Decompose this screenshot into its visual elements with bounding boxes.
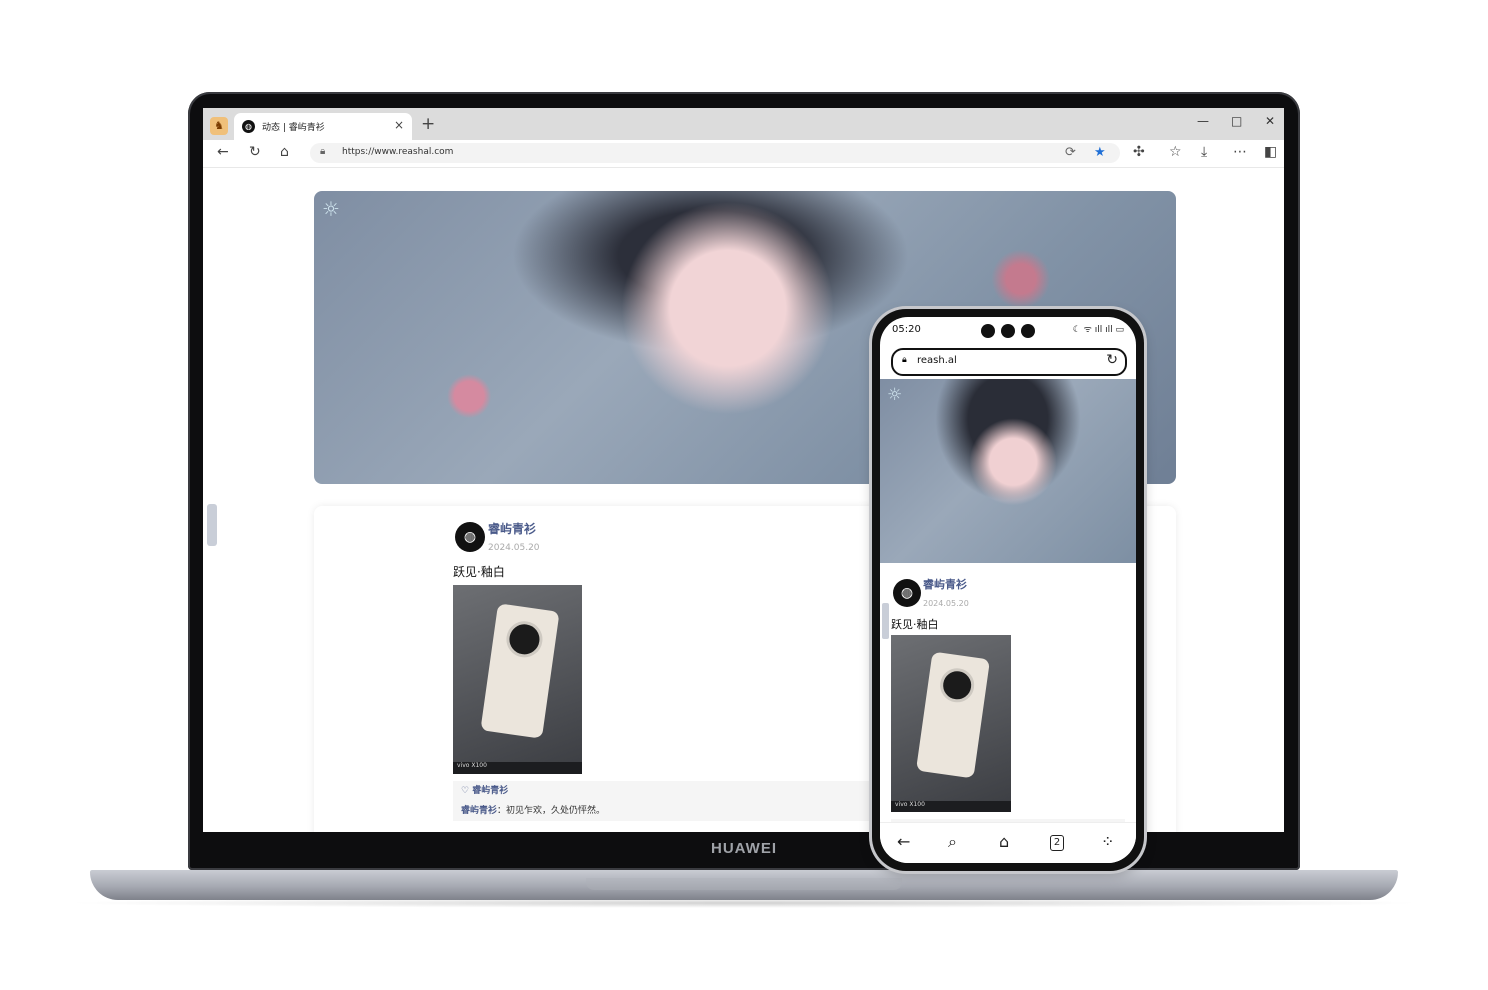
maximize-button[interactable]: □ (1231, 114, 1242, 128)
status-icons: ☾ ᯤ ıll ıll ▭ (1072, 325, 1124, 335)
comment-text: ：初见乍欢，久处仍怦然。 (497, 806, 606, 816)
photo-subject (480, 603, 560, 739)
camera-dot (1021, 324, 1035, 338)
reload-icon[interactable]: ↻ (249, 144, 261, 160)
photo-caption: vivo X100 (453, 762, 582, 774)
post-photo[interactable]: vivo X100 (453, 585, 582, 774)
read-aloud-icon[interactable]: ⟳ (1065, 145, 1076, 160)
address-bar[interactable]: 🔒︎ https://www.reashal.com ⟳ ★ (310, 143, 1120, 163)
post-photo[interactable]: vivo X100 (891, 635, 1011, 812)
theme-toggle-sun-icon[interactable]: ☼ (322, 197, 340, 221)
camera-dot (1001, 324, 1015, 338)
like-user[interactable]: 睿屿青衫 (472, 786, 508, 796)
star-icon[interactable]: ★ (1094, 145, 1106, 160)
back-arrow-icon[interactable]: ← (217, 144, 229, 160)
favorites-list-icon[interactable]: ☆ (1169, 144, 1182, 160)
side-drawer-handle[interactable] (207, 504, 217, 546)
lock-icon: 🔒︎ (320, 146, 326, 157)
reload-icon[interactable]: ↻ (1106, 352, 1118, 368)
side-drawer-handle[interactable] (882, 603, 889, 639)
photo-caption: vivo X100 (891, 801, 1011, 812)
heart-icon[interactable]: ♡ (461, 786, 469, 796)
search-icon[interactable]: ⌕ (948, 832, 957, 852)
download-icon[interactable]: ⤓ (1201, 144, 1207, 160)
camera-dot (981, 324, 995, 338)
post-text: 跃见·釉白 (891, 618, 939, 631)
sidebar-icon[interactable]: ◧ (1264, 144, 1277, 160)
interaction-box: ♡ 睿屿青衫 睿屿青衫：初见乍欢，久处仍怦然。 (453, 781, 923, 821)
site-favicon-icon: ◍ (242, 120, 255, 133)
tab-title: 动态 | 睿屿青衫 (262, 123, 325, 133)
status-time: 05:20 (892, 324, 921, 335)
home-icon[interactable]: ⌂ (280, 144, 289, 160)
like-line: ♡ 睿屿青衫 (461, 783, 508, 796)
comment-user[interactable]: 睿屿青衫 (461, 806, 497, 816)
post-date: 2024.05.20 (488, 543, 540, 553)
tab-bar: ♞ ◍ 动态 | 睿屿青衫 × + — □ ✕ (203, 108, 1284, 140)
mobile-header-banner: ☼ (880, 379, 1136, 563)
camera-ring (504, 618, 545, 660)
post-date: 2024.05.20 (923, 599, 969, 608)
menu-dots-icon[interactable]: ⁘ (1101, 832, 1114, 851)
new-tab-button[interactable]: + (421, 114, 435, 134)
comment-line: 睿屿青衫：初见乍欢，久处仍怦然。 (461, 803, 605, 816)
theme-toggle-sun-icon[interactable]: ☼ (887, 385, 902, 405)
more-icon[interactable]: ⋯ (1233, 144, 1247, 160)
lock-icon: 🔒︎ (902, 355, 907, 365)
tabs-count-button[interactable]: 2 (1050, 835, 1064, 851)
mobile-nav-bar: ← ⌕ ⌂ 2 ⁘ (880, 822, 1136, 863)
tab-active[interactable]: ◍ 动态 | 睿屿青衫 × (234, 113, 412, 140)
home-icon[interactable]: ⌂ (999, 832, 1009, 851)
photo-subject (915, 651, 991, 779)
back-arrow-icon[interactable]: ← (897, 832, 910, 851)
avatar[interactable]: ◍ (893, 579, 921, 607)
camera-ring (937, 666, 977, 705)
tab-close-button[interactable]: × (394, 118, 404, 132)
post-author[interactable]: 睿屿青衫 (488, 520, 536, 537)
mobile-url[interactable]: reash.al (917, 355, 957, 366)
post-author[interactable]: 睿屿青衫 (923, 576, 967, 592)
avatar[interactable]: ◍ (455, 522, 485, 552)
browser-toolbar: ← ↻ ⌂ 🔒︎ https://www.reashal.com ⟳ ★ ✣ ☆… (203, 140, 1284, 168)
app-logo-icon[interactable]: ♞ (210, 117, 228, 135)
post-text: 跃见·釉白 (453, 565, 505, 579)
phone-screen: 05:20 ☾ ᯤ ıll ıll ▭ 🔒︎ reash.al ↻ ☼ ◍ 睿屿… (880, 317, 1136, 863)
address-url[interactable]: https://www.reashal.com (342, 147, 453, 157)
close-window-button[interactable]: ✕ (1265, 114, 1275, 128)
laptop-notch (586, 878, 902, 890)
minimize-button[interactable]: — (1197, 114, 1209, 128)
puzzle-icon[interactable]: ✣ (1133, 144, 1145, 160)
mobile-address-bar[interactable]: 🔒︎ reash.al ↻ (891, 348, 1127, 376)
